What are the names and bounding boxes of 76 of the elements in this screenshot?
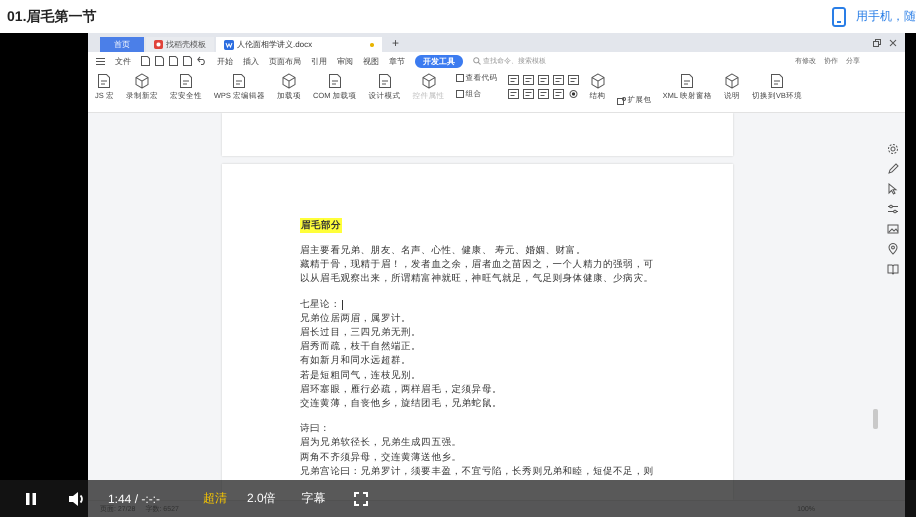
undo-icon[interactable] <box>197 56 207 65</box>
paragraph: 有如新月和同水远超群。 <box>300 354 412 368</box>
menu-tab[interactable]: 开发工具 <box>415 54 463 68</box>
paragraph: 藏精于骨，现精于眉！，发者血之余，眉者血之苗因之，一个人精力的强弱，可以从眉毛观察出来，所谓精富神就旺，神旺气就足，气足则身体健康、少病灾。 <box>300 258 654 286</box>
paragraph: 兄弟位居两眉，属罗计。 <box>300 312 412 326</box>
quality-button[interactable]: 超清 <box>203 490 228 507</box>
mobile-link[interactable]: 用手机，随 <box>856 8 916 25</box>
menu-tab[interactable]: 审阅 <box>337 56 353 66</box>
form-control-icon[interactable] <box>522 75 534 85</box>
document-tab[interactable]: 首页 <box>100 37 144 52</box>
page-icon <box>679 73 696 89</box>
paragraph: 诗曰： <box>300 422 332 436</box>
page-icon <box>96 73 112 89</box>
new-tab-button[interactable]: + <box>384 36 408 50</box>
fullscreen-icon[interactable] <box>354 492 368 506</box>
paragraph: 眉主要看兄弟、朋友、名声、心性、健康、 寿元、婚姻、财富。 <box>300 244 587 258</box>
cube-icon <box>420 73 437 89</box>
speed-button[interactable]: 2.0倍 <box>247 490 276 507</box>
cube-icon <box>281 73 298 89</box>
form-control-icon[interactable] <box>568 89 579 99</box>
form-control-icon[interactable] <box>552 75 564 85</box>
menu-icon[interactable] <box>96 58 105 64</box>
paragraph: 七星论： <box>300 298 340 312</box>
menu-tab[interactable]: 开始 <box>217 56 233 66</box>
pause-icon[interactable] <box>24 492 38 506</box>
page-icon <box>768 73 785 89</box>
location-icon[interactable] <box>886 243 898 255</box>
form-control-icon[interactable] <box>508 75 519 85</box>
cube-icon <box>724 73 740 89</box>
document-tab[interactable]: 找稻壳模板 <box>146 37 214 52</box>
document-tab[interactable]: 人伦面相学讲义.docx <box>216 37 382 52</box>
menu-tab[interactable]: 章节 <box>389 56 405 66</box>
cursor-icon[interactable] <box>886 183 898 195</box>
paragraph: 兄弟宫论曰：兄弟罗计，须要丰盈，不宜亏陷，长秀则兄弟和睦，短促不足，则 <box>300 464 654 479</box>
menu-tab[interactable]: 引用 <box>311 56 327 66</box>
menu-tab[interactable]: 页面布局 <box>269 56 301 66</box>
form-control-icon[interactable] <box>538 75 549 85</box>
form-control-icon[interactable] <box>538 89 549 99</box>
image-icon[interactable] <box>886 223 898 235</box>
pen-icon[interactable] <box>886 163 898 175</box>
menu-tab[interactable]: 插入 <box>243 56 259 66</box>
paragraph: 两角不齐须异母，交连黄薄送他乡。 <box>300 450 463 465</box>
file-menu[interactable]: 文件 <box>115 56 131 66</box>
volume-icon[interactable] <box>68 490 86 506</box>
form-control-icon[interactable] <box>568 75 579 85</box>
subtitles-button[interactable]: 字幕 <box>302 490 326 507</box>
book-icon[interactable] <box>886 263 898 275</box>
playback-time: 1:44 / -:-:- <box>108 492 160 506</box>
close-icon[interactable] <box>889 38 897 46</box>
section-heading: 眉毛部分 <box>300 218 342 233</box>
paragraph: 交连黄薄，自丧他乡，旋结团毛，兄弟蛇鼠。 <box>300 397 503 412</box>
gear-icon[interactable] <box>886 143 898 155</box>
logo-icon <box>154 40 163 49</box>
paragraph: 若是短粗同气，连枝见别。 <box>300 368 422 383</box>
video-title: 01.眉毛第一节 <box>7 8 96 26</box>
form-control-icon[interactable] <box>522 89 534 99</box>
paragraph: 眉秀而疏，枝干自然端正。 <box>300 340 422 354</box>
paragraph: 眉长过目，三四兄弟无刑。 <box>300 326 422 340</box>
form-control-icon[interactable] <box>552 89 564 99</box>
page-icon <box>326 73 343 89</box>
paragraph: 眉为兄弟软径长，兄弟生成四五强。 <box>300 436 463 450</box>
page-icon <box>231 73 248 89</box>
page-icon <box>376 73 393 89</box>
scrollbar-thumb[interactable] <box>873 409 878 429</box>
word-file-icon <box>224 40 234 50</box>
paragraph: 眉环塞眼，雁行必疏，两样眉毛，定须异母。 <box>300 382 503 397</box>
search-icon <box>473 57 481 65</box>
puzzle-icon <box>616 96 626 104</box>
form-control-icon[interactable] <box>508 89 519 99</box>
cube-icon <box>134 73 150 89</box>
cube-icon <box>590 73 606 89</box>
page-icon <box>178 73 194 89</box>
restore-icon[interactable] <box>873 38 881 46</box>
menu-tab[interactable]: 视图 <box>363 56 379 66</box>
sliders-icon[interactable] <box>886 203 898 215</box>
phone-icon[interactable] <box>832 6 846 26</box>
